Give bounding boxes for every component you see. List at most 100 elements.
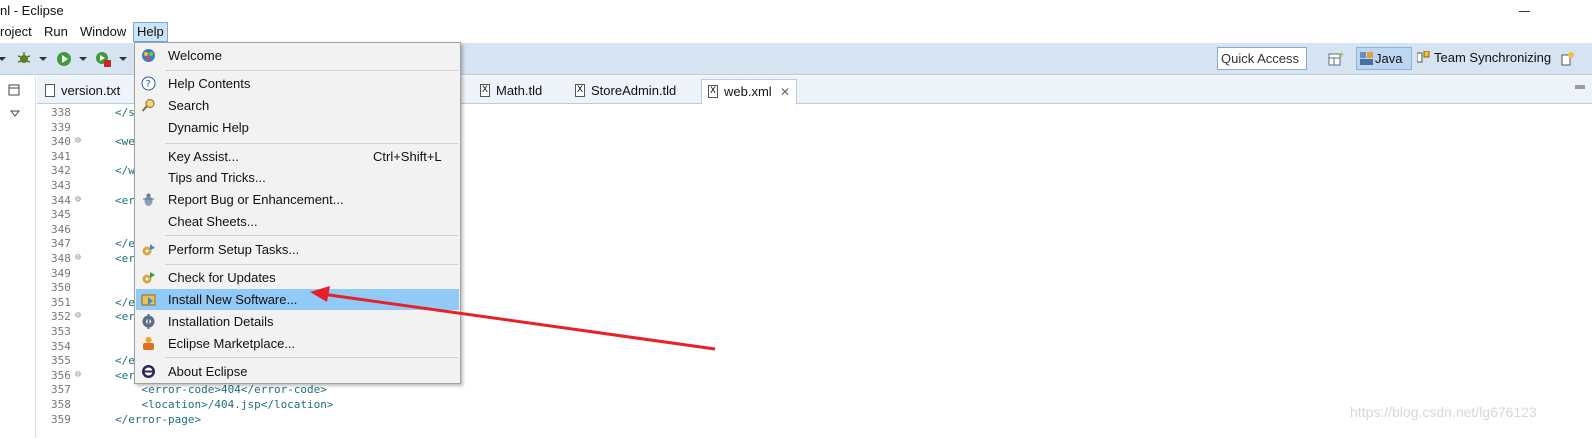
menu-item-tips-and-tricks[interactable]: Tips and Tricks... xyxy=(136,167,459,188)
code-text: </error-page> xyxy=(115,412,202,426)
menu-item-about-eclipse[interactable]: About Eclipse xyxy=(136,361,459,382)
watermark: https://blog.csdn.net/lg676123 xyxy=(1350,404,1537,420)
fold-toggle-icon[interactable]: ⊖ xyxy=(75,369,81,380)
line-number: 351 xyxy=(51,295,71,309)
code-line[interactable]: 358 <location>/404.jsp</location> xyxy=(37,398,437,413)
line-number: 338 xyxy=(51,106,71,119)
line-number: 339 xyxy=(51,120,71,134)
eclipse-icon xyxy=(142,365,155,378)
window-title: nl - Eclipse xyxy=(0,3,64,18)
run-external-icon[interactable] xyxy=(95,51,111,67)
line-number: 352 xyxy=(51,310,71,324)
dropdown-arrow-icon[interactable] xyxy=(0,57,6,61)
welcome-icon xyxy=(142,49,155,62)
restore-icon[interactable] xyxy=(8,84,20,96)
code-text: <location>/404.jsp</location> xyxy=(115,398,334,411)
xml-file-icon: X xyxy=(575,84,585,97)
menu-item-cheat-sheets[interactable]: Cheat Sheets... xyxy=(136,211,459,232)
search-icon xyxy=(141,99,155,112)
view-menu-icon[interactable] xyxy=(10,110,20,118)
run-icon[interactable] xyxy=(56,51,72,67)
menu-item-label: Help Contents xyxy=(168,76,251,91)
code-text: <er xyxy=(115,252,135,265)
line-number: 355 xyxy=(51,354,71,368)
menu-item-perform-setup-tasks[interactable]: Perform Setup Tasks... xyxy=(136,239,459,260)
code-text: <error-code>404</error-code> xyxy=(115,383,327,397)
menu-item-help-contents[interactable]: ? Help Contents xyxy=(136,73,459,94)
menu-item-install-new-software[interactable]: Install New Software... xyxy=(136,289,459,310)
bug-icon xyxy=(143,193,154,206)
open-perspective-icon[interactable]: + xyxy=(1328,51,1344,67)
tab-web-xml[interactable]: X web.xml ✕ xyxy=(701,79,797,104)
tab-storeadmin-tld[interactable]: X StoreAdmin.tld xyxy=(569,79,699,104)
perspective-java-label: Java xyxy=(1375,51,1403,66)
debug-dropdown-icon[interactable] xyxy=(39,57,47,61)
menu-item-label: Installation Details xyxy=(168,314,274,329)
menu-item-check-for-updates[interactable]: Check for Updates xyxy=(136,267,459,288)
menu-help[interactable]: Help xyxy=(133,22,168,42)
fold-toggle-icon[interactable]: ⊖ xyxy=(75,194,81,205)
team-sync-icon xyxy=(1417,51,1430,63)
menu-item-label: Check for Updates xyxy=(168,270,276,285)
install-icon xyxy=(141,294,156,306)
minimize-icon[interactable] xyxy=(1516,2,1532,18)
menu-separator xyxy=(165,70,458,71)
tab-version-txt[interactable]: version.txt xyxy=(39,79,137,104)
fold-toggle-icon[interactable]: ⊖ xyxy=(75,310,81,321)
line-number: 340 xyxy=(51,135,71,149)
run-dropdown-icon[interactable] xyxy=(79,57,87,61)
perspective-overflow-icon[interactable] xyxy=(1560,51,1576,67)
line-number: 343 xyxy=(51,179,71,192)
svg-text:+: + xyxy=(1338,51,1344,59)
help-icon: ? xyxy=(141,76,156,91)
fold-toggle-icon[interactable]: ⊖ xyxy=(75,252,81,263)
code-line[interactable]: 357 <error-code>404</error-code> xyxy=(37,383,437,398)
line-number: 344 xyxy=(51,193,71,207)
menu-item-label: Key Assist... xyxy=(168,149,239,164)
perspective-team-label: Team Synchronizing xyxy=(1434,50,1552,65)
menu-item-label: Perform Setup Tasks... xyxy=(168,242,300,257)
menu-item-eclipse-marketplace[interactable]: Eclipse Marketplace... xyxy=(136,333,459,354)
debug-icon[interactable] xyxy=(16,51,32,67)
tab-label: version.txt xyxy=(61,83,121,98)
line-number: 353 xyxy=(51,325,71,338)
menu-item-search[interactable]: Search xyxy=(136,95,459,116)
menu-window[interactable]: Window xyxy=(80,24,126,39)
perspective-java[interactable]: Java xyxy=(1356,47,1412,70)
details-icon xyxy=(142,314,155,329)
perspective-team-synchronizing[interactable]: Team Synchronizing xyxy=(1414,47,1554,70)
line-number: 342 xyxy=(51,164,71,178)
menu-item-label: Cheat Sheets... xyxy=(168,214,258,229)
line-number: 358 xyxy=(51,398,71,411)
xml-file-icon: X xyxy=(708,85,718,98)
menu-run[interactable]: Run xyxy=(44,24,68,39)
tab-math-tld[interactable]: X Math.tld xyxy=(474,79,570,104)
code-text: </e xyxy=(115,354,135,368)
code-text: <we xyxy=(115,135,135,149)
code-line[interactable]: 359 </error-page> xyxy=(37,413,437,428)
code-text: </e xyxy=(115,237,135,251)
svg-text:?: ? xyxy=(146,79,151,90)
menu-item-welcome[interactable]: Welcome xyxy=(136,45,459,66)
minimize-editor-icon[interactable] xyxy=(1574,82,1586,92)
menu-item-installation-details[interactable]: Installation Details xyxy=(136,311,459,332)
menu-item-report-bug-or-enhancement[interactable]: Report Bug or Enhancement... xyxy=(136,189,459,210)
quick-access-input[interactable]: Quick Access xyxy=(1217,47,1307,70)
menu-item-label: Install New Software... xyxy=(168,292,298,307)
marketplace-icon xyxy=(143,337,154,350)
line-number: 359 xyxy=(51,412,71,426)
menu-item-key-assist[interactable]: Key Assist... Ctrl+Shift+L xyxy=(136,146,459,167)
code-text: <er xyxy=(115,193,135,207)
line-number: 357 xyxy=(51,383,71,397)
line-number: 350 xyxy=(51,281,71,295)
close-tab-icon[interactable]: ✕ xyxy=(780,80,790,104)
menu-item-label: About Eclipse xyxy=(168,364,248,379)
left-collapsed-pane xyxy=(0,76,36,438)
menu-project[interactable]: roject xyxy=(0,24,32,39)
fold-toggle-icon[interactable]: ⊖ xyxy=(75,135,81,146)
external-dropdown-icon[interactable] xyxy=(119,57,127,61)
line-number: 347 xyxy=(51,237,71,251)
tab-label: Math.tld xyxy=(496,83,543,98)
menu-item-dynamic-help[interactable]: Dynamic Help xyxy=(136,117,459,138)
tab-label: StoreAdmin.tld xyxy=(591,83,677,98)
